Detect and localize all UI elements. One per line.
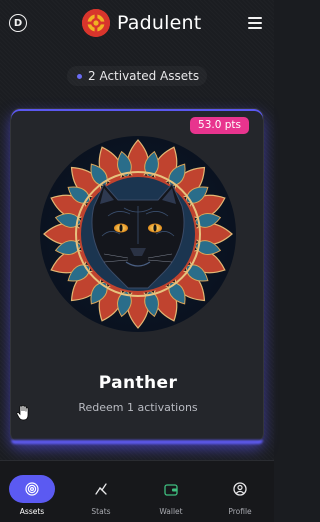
hand-cursor-icon xyxy=(16,405,30,421)
wallet-connect-button[interactable]: D xyxy=(9,14,27,32)
asset-title: Panther xyxy=(98,373,178,393)
nav-item-assets[interactable]: Assets xyxy=(5,461,59,522)
activated-assets-label: 2 Activated Assets xyxy=(88,69,200,83)
nav-item-wallet[interactable]: Wallet xyxy=(144,461,198,522)
brand[interactable]: Padulent xyxy=(82,8,201,38)
nav-item-profile[interactable]: Profile xyxy=(213,461,267,522)
nav-wallet-icon-wrap xyxy=(148,475,194,503)
app-header: D Padulent xyxy=(0,0,274,46)
brand-name: Padulent xyxy=(117,12,202,34)
nav-label: Stats xyxy=(91,507,111,516)
asset-redeem-subtitle: Redeem 1 activations xyxy=(78,401,198,414)
activated-assets-indicator: 2 Activated Assets xyxy=(67,66,207,86)
points-badge: 53.0 pts xyxy=(190,117,249,134)
nav-label: Profile xyxy=(228,507,252,516)
wallet-icon xyxy=(164,483,178,496)
nav-label: Wallet xyxy=(159,507,183,516)
nav-profile-icon-wrap xyxy=(217,475,263,503)
asset-artwork[interactable] xyxy=(40,136,236,332)
stats-icon xyxy=(95,483,107,495)
nav-assets-pill xyxy=(9,475,55,503)
profile-icon xyxy=(233,482,247,496)
panther-mandala-image xyxy=(40,136,236,332)
asset-card[interactable]: 53.0 pts Panther Redeem 1 activations xyxy=(10,108,264,443)
hamburger-menu-icon[interactable] xyxy=(248,17,262,29)
nav-stats-icon-wrap xyxy=(78,475,124,503)
nav-item-stats[interactable]: Stats xyxy=(74,461,128,522)
brand-logo xyxy=(82,9,110,37)
bottom-navigation: Assets Stats Wallet Profile xyxy=(0,460,274,522)
status-dot-icon xyxy=(77,73,82,79)
nav-label: Assets xyxy=(19,507,45,516)
spiral-icon xyxy=(25,482,39,496)
